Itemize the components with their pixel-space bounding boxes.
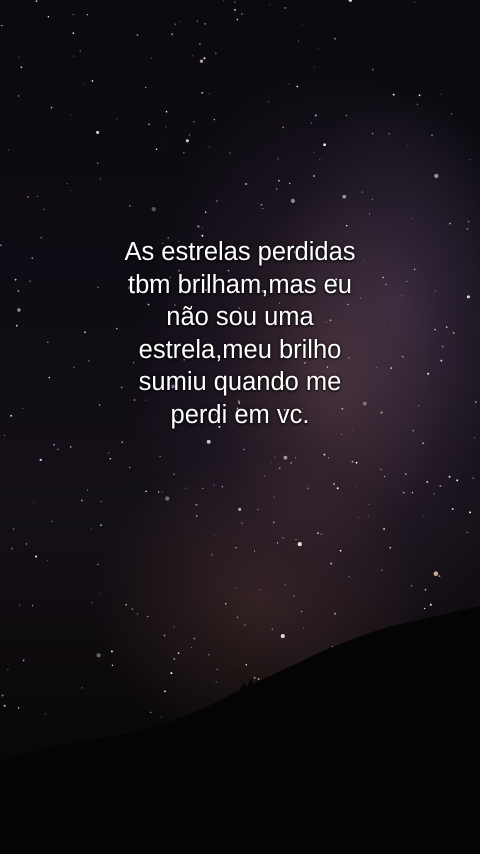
quote-line-1: As estrelas perdidas (124, 238, 356, 266)
quote-line-4: estrela,meu brilho (138, 335, 342, 364)
quote-line-5: sumiu quando me (138, 368, 342, 396)
quote-line-2: tbm brilham,mas eu (128, 270, 352, 299)
quote-line-6: perdi em vc. (170, 400, 310, 429)
quote-text: As estrelas perdidas tbm brilham,mas eu … (40, 236, 440, 431)
quote-line-3: não sou uma (166, 303, 314, 331)
night-sky-background: As estrelas perdidas tbm brilham,mas eu … (0, 0, 480, 854)
